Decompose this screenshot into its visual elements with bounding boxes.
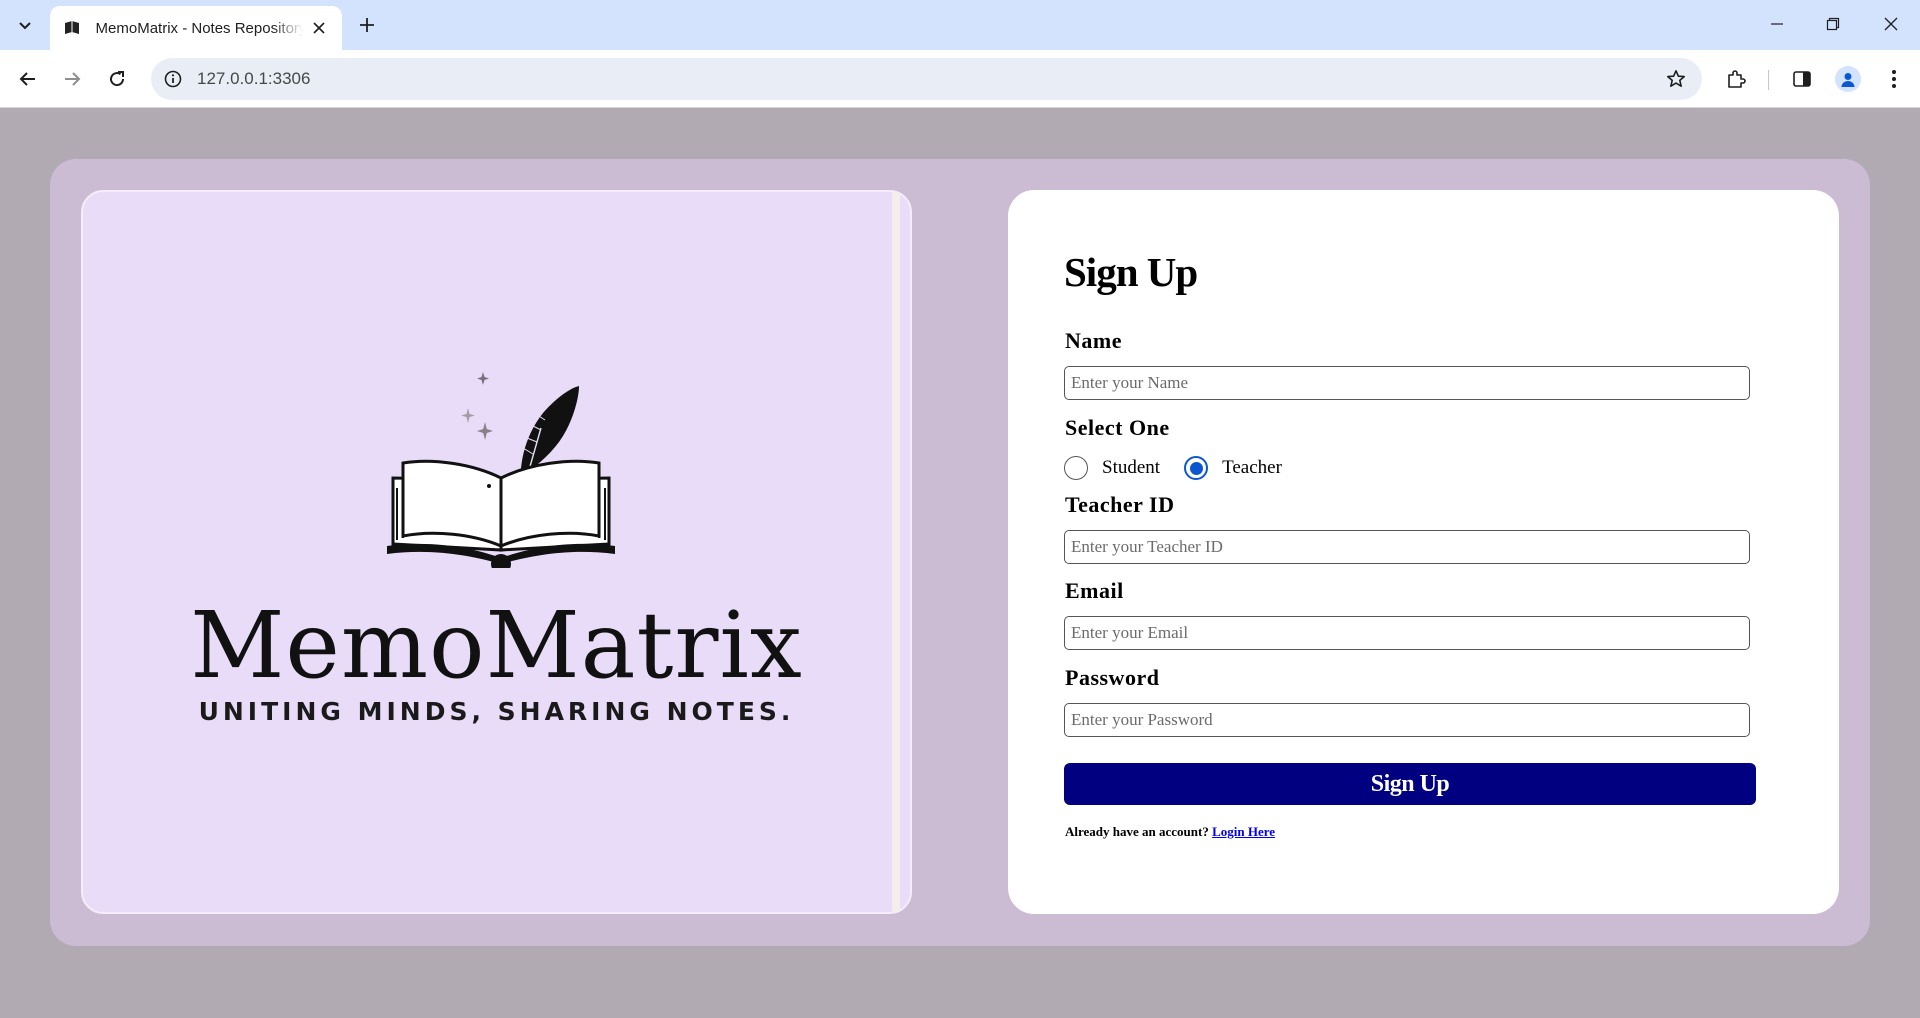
book-quill-logo-icon: [387, 372, 615, 568]
brand-tagline: UNITING MINDS, SHARING NOTES.: [198, 697, 795, 726]
student-radio-label[interactable]: Student: [1102, 457, 1160, 479]
browser-toolbar: 127.0.0.1:3306: [0, 50, 1920, 108]
browser-tab-bar: MemoMatrix - Notes Repository: [0, 0, 1920, 50]
back-arrow-icon[interactable]: [12, 63, 44, 95]
student-radio[interactable]: [1064, 456, 1088, 480]
reload-icon[interactable]: [101, 63, 133, 95]
brand-name: MemoMatrix: [190, 592, 803, 699]
password-label: Password: [1065, 665, 1160, 690]
address-bar[interactable]: 127.0.0.1:3306: [151, 58, 1702, 100]
email-input[interactable]: [1064, 616, 1750, 650]
extensions-puzzle-icon[interactable]: [1720, 63, 1752, 95]
tab-search-chevron-icon[interactable]: [10, 10, 40, 40]
signup-form: Sign Up Name Select One Student Teacher …: [1008, 190, 1839, 914]
browser-tab[interactable]: MemoMatrix - Notes Repository: [50, 6, 342, 50]
tab-title: MemoMatrix - Notes Repository: [95, 19, 303, 37]
select-one-label: Select One: [1065, 415, 1170, 440]
teacher-id-input[interactable]: [1064, 530, 1750, 564]
login-here-link[interactable]: Login Here: [1212, 824, 1275, 839]
role-radio-group: Student Teacher: [1064, 453, 1306, 483]
side-panel-icon[interactable]: [1786, 63, 1818, 95]
profile-avatar-icon[interactable]: [1832, 63, 1864, 95]
minimize-icon[interactable]: [1754, 8, 1800, 40]
login-prompt: Already have an account? Login Here: [1065, 824, 1275, 840]
teacher-id-label: Teacher ID: [1065, 492, 1175, 517]
menu-kebab-icon[interactable]: [1878, 63, 1910, 95]
site-info-icon[interactable]: [161, 67, 185, 91]
name-input[interactable]: [1064, 366, 1750, 400]
bookmark-star-icon[interactable]: [1664, 67, 1688, 91]
restore-icon[interactable]: [1810, 8, 1856, 40]
url-text: 127.0.0.1:3306: [197, 69, 311, 88]
name-label: Name: [1065, 328, 1122, 353]
book-favicon-icon: [62, 18, 82, 38]
teacher-radio[interactable]: [1184, 456, 1209, 480]
tab-close-icon[interactable]: [309, 17, 330, 39]
new-tab-plus-icon[interactable]: [352, 10, 382, 40]
form-title: Sign Up: [1064, 249, 1198, 295]
close-window-icon[interactable]: [1868, 8, 1914, 40]
forward-arrow-icon[interactable]: [56, 63, 88, 95]
sign-up-button[interactable]: Sign Up: [1064, 763, 1756, 805]
email-label: Email: [1065, 578, 1124, 603]
brand-logo-panel: MemoMatrix UNITING MINDS, SHARING NOTES.: [81, 190, 912, 914]
teacher-radio-label[interactable]: Teacher: [1222, 457, 1282, 479]
password-input[interactable]: [1064, 703, 1750, 737]
toolbar-separator: [1768, 70, 1769, 90]
login-prompt-text: Already have an account?: [1065, 824, 1209, 839]
